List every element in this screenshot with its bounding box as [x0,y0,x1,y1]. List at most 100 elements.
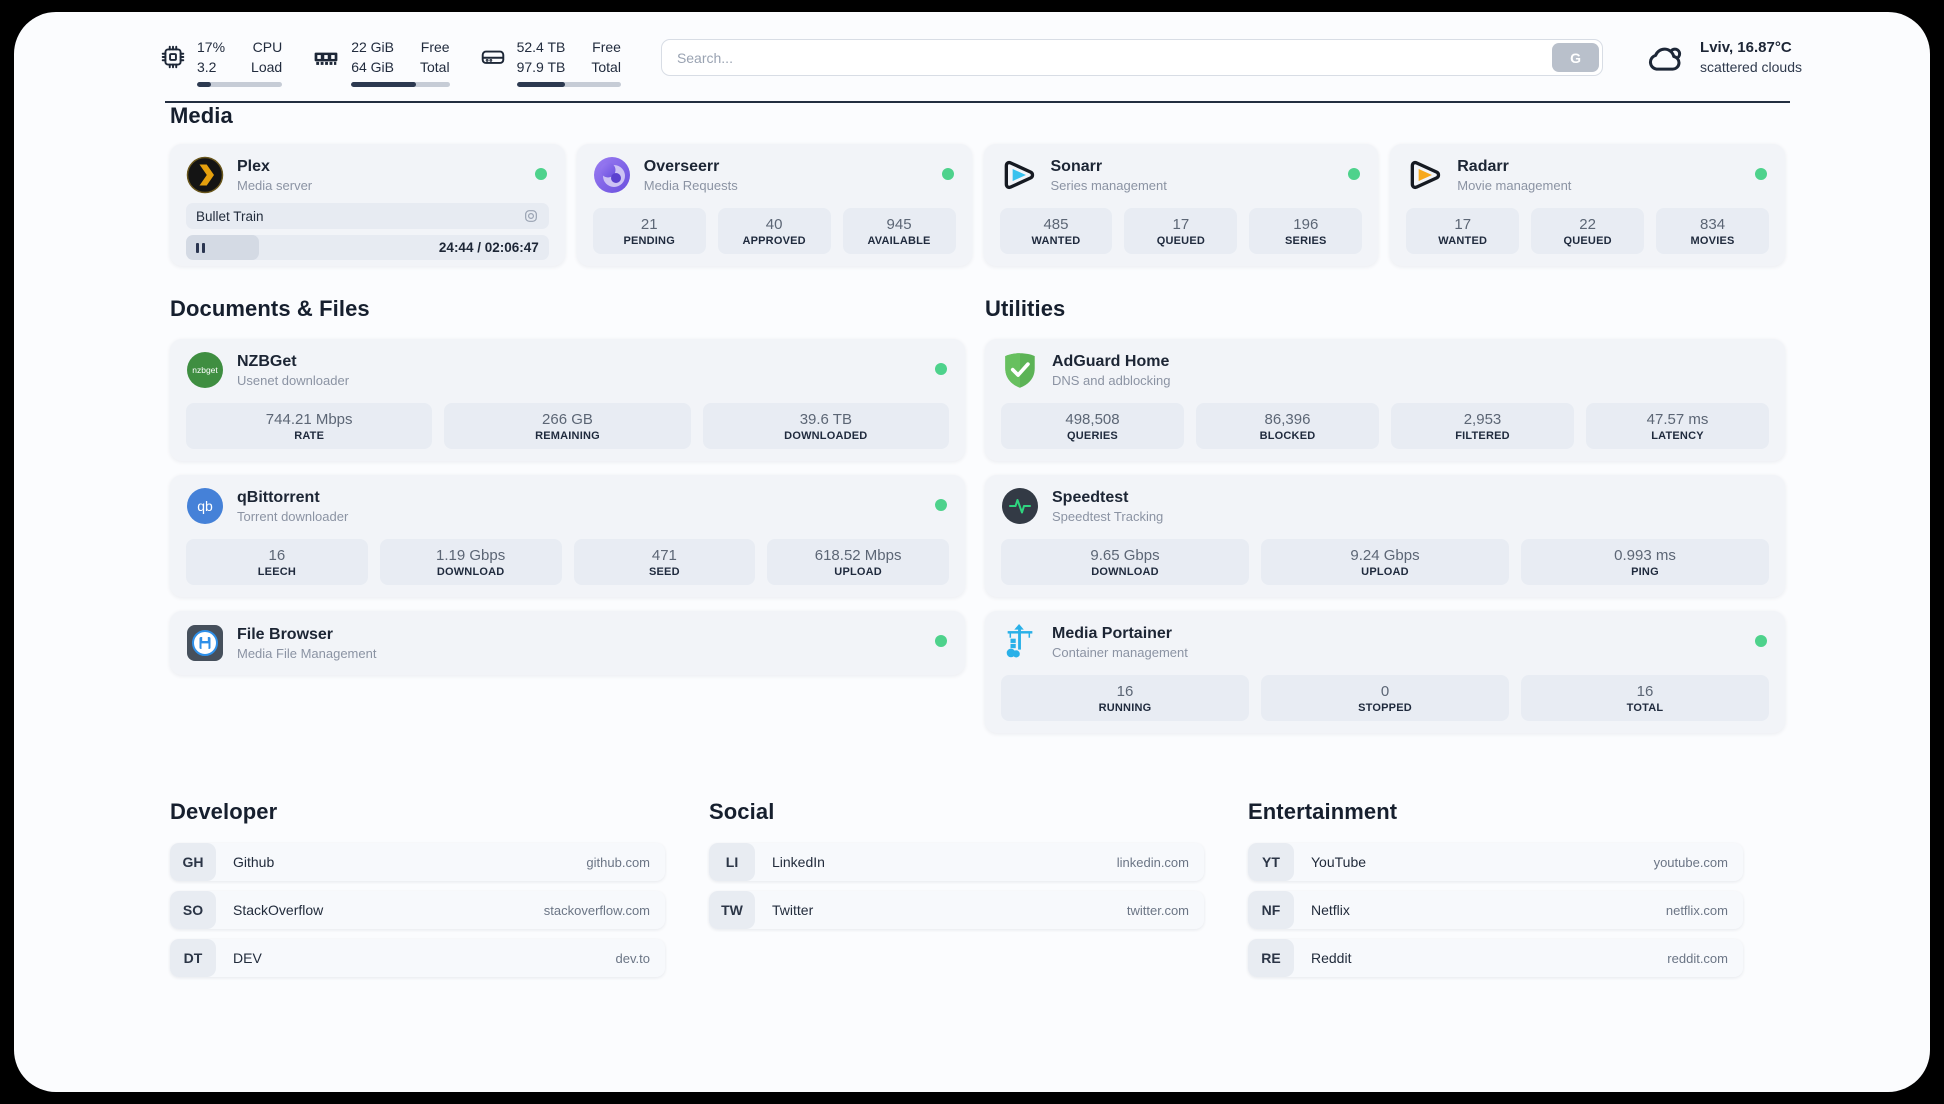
link-dev[interactable]: DT DEV dev.to [170,939,665,977]
ram-progress-bar [351,82,450,87]
stat-label: STOPPED [1358,701,1412,714]
stat-ping: 0.993 ms PING [1521,539,1769,585]
stat-running: 16 RUNNING [1001,675,1249,721]
link-netflix[interactable]: NF Netflix netflix.com [1248,891,1743,929]
stat-label: FILTERED [1455,429,1510,442]
now-playing-title: Bullet Train [196,208,264,224]
weather-location-temp: Lviv, 16.87°C [1700,39,1792,56]
app-subtitle: Speedtest Tracking [1052,509,1164,524]
app-card-sonarr[interactable]: Sonarr Series management 485 WANTED 17 Q… [983,144,1379,266]
now-playing-title-row: Bullet Train [186,203,549,229]
stat-queries: 498,508 QUERIES [1001,403,1184,449]
stat-value: 834 [1700,215,1726,233]
cpu-icon [161,45,185,69]
link-url: stackoverflow.com [543,902,650,918]
stackoverflow-badge: SO [170,891,216,929]
section-title-media: Media [170,103,233,128]
stat-label: DOWNLOADED [784,429,868,442]
app-title: AdGuard Home [1052,353,1170,370]
stat-value: 39.6 TB [799,410,852,428]
app-subtitle: Media server [237,178,313,193]
nzbget-icon: nzbget [186,351,224,389]
app-card-qbittorrent[interactable]: qb qBittorrent Torrent downloader 16 LEE… [170,475,965,597]
stat-value: 47.57 ms [1646,410,1709,428]
app-subtitle: Usenet downloader [237,373,350,388]
stat-value: 266 GB [542,410,593,428]
overseerr-icon [593,156,631,194]
stat-total: 16 TOTAL [1521,675,1769,721]
link-name: Twitter [772,902,814,918]
status-dot [1755,635,1767,647]
link-name: LinkedIn [772,854,825,870]
app-card-speedtest[interactable]: Speedtest Speedtest Tracking 9.65 Gbps D… [985,475,1785,597]
cpu-progress-bar [197,82,283,87]
app-card-radarr[interactable]: Radarr Movie management 17 WANTED 22 QUE… [1390,144,1785,266]
stat-label: QUEUED [1563,234,1612,247]
stat-value: 22 [1579,215,1596,233]
app-subtitle: Torrent downloader [237,509,349,524]
status-dot [935,499,947,511]
app-card-adguard[interactable]: AdGuard Home DNS and adblocking 498,508 … [985,339,1785,461]
search-engine-button[interactable]: G [1552,43,1600,72]
stat-remaining: 266 GB REMAINING [444,403,691,449]
search-input[interactable] [664,49,1553,66]
link-name: YouTube [1311,854,1367,870]
radarr-icon [1406,156,1444,194]
pause-icon[interactable] [196,242,205,253]
stat-label: REMAINING [535,429,600,442]
app-subtitle: Series management [1050,178,1167,193]
adguard-icon [1001,351,1039,389]
cpu-usage-value: 17% [197,39,226,55]
ram-free-value: 22 GiB [351,39,394,55]
cpu-load-label: Load [251,59,283,75]
stat-value: 9.65 Gbps [1090,546,1160,564]
link-url: linkedin.com [1116,854,1189,870]
stat-label: LEECH [257,565,297,578]
status-dot [935,635,947,647]
cpu-metric: 17% CPU 3.2 Load [160,38,283,87]
disk-metric: 52.4 TB Free 97.9 TB Total [480,38,621,87]
stat-wanted: 485 WANTED [999,208,1113,254]
stat-download: 1.19 Gbps DOWNLOAD [379,539,562,585]
stat-label: TOTAL [1626,701,1664,714]
stat-value: 471 [651,546,677,564]
stat-value: 86,396 [1264,410,1311,428]
app-card-plex[interactable]: Plex Media server Bullet Train 24:44 / 0… [170,144,565,266]
stat-label: QUEUED [1156,234,1206,247]
stat-wanted: 17 WANTED [1406,208,1520,254]
link-name: Github [233,854,275,870]
link-linkedin[interactable]: LI LinkedIn linkedin.com [709,843,1204,881]
playback-time: 24:44 / 02:06:47 [438,240,539,255]
speedtest-icon [1001,487,1039,525]
status-dot [534,168,547,180]
app-card-overseerr[interactable]: Overseerr Media Requests 21 PENDING 40 A… [576,144,972,266]
status-dot [935,363,947,375]
stat-upload: 9.24 Gbps UPLOAD [1261,539,1509,585]
linkedin-badge: LI [709,843,755,881]
stat-label: SEED [648,565,680,578]
stat-filtered: 2,953 FILTERED [1391,403,1574,449]
stat-label: BLOCKED [1259,429,1316,442]
app-card-filebrowser[interactable]: File Browser Media File Management [170,611,965,675]
stat-leech: 16 LEECH [186,539,368,585]
app-card-nzbget[interactable]: nzbget NZBGet Usenet downloader 744.21 M… [170,339,965,461]
link-twitter[interactable]: TW Twitter twitter.com [709,891,1204,929]
stat-queued: 22 QUEUED [1531,208,1645,254]
svg-text:nzbget: nzbget [192,365,218,375]
link-url: netflix.com [1665,902,1728,918]
stat-label: LATENCY [1651,429,1704,442]
link-stackoverflow[interactable]: SO StackOverflow stackoverflow.com [170,891,665,929]
stat-label: DOWNLOAD [436,565,505,578]
app-card-portainer[interactable]: Media Portainer Container management 16 … [985,611,1785,733]
stat-value: 21 [640,215,658,233]
youtube-badge: YT [1248,843,1294,881]
reddit-badge: RE [1248,939,1294,977]
stat-pending: 21 PENDING [592,208,706,254]
stat-value: 9.24 Gbps [1350,546,1420,564]
link-reddit[interactable]: RE Reddit reddit.com [1248,939,1743,977]
link-youtube[interactable]: YT YouTube youtube.com [1248,843,1743,881]
plex-icon [186,156,224,194]
stat-label: QUERIES [1067,429,1118,442]
sonarr-icon [1000,156,1038,194]
link-github[interactable]: GH Github github.com [170,843,665,881]
